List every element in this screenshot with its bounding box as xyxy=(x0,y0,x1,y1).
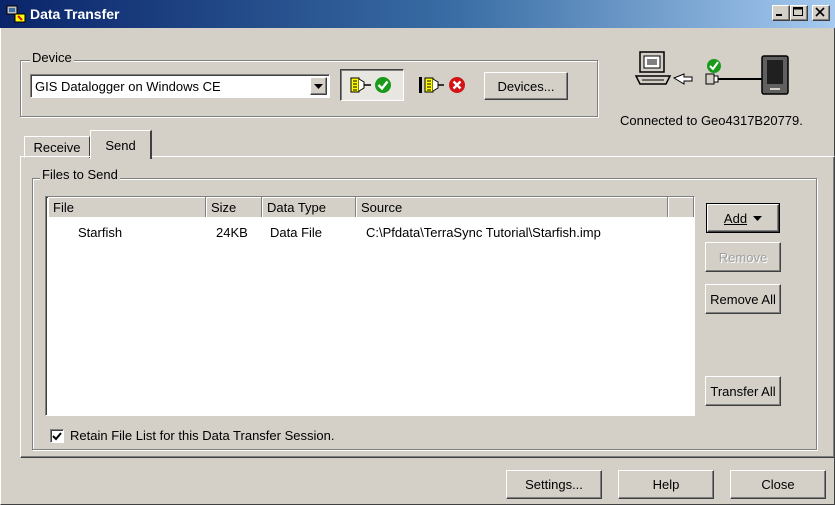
files-to-send-label: Files to Send xyxy=(40,167,120,182)
data-transfer-app-icon xyxy=(6,5,26,23)
retain-file-list-label: Retain File List for this Data Transfer … xyxy=(70,428,335,443)
minimize-button[interactable] xyxy=(772,5,790,21)
retain-file-list-checkbox[interactable] xyxy=(50,428,64,443)
column-header-size[interactable]: Size xyxy=(206,197,262,217)
row-source: C:\Pfdata\TerraSync Tutorial\Starfish.im… xyxy=(366,225,601,240)
disconnect-plug-x-icon xyxy=(419,77,465,93)
close-icon xyxy=(815,7,825,17)
settings-button[interactable]: Settings... xyxy=(506,470,602,499)
minimize-icon xyxy=(776,14,782,16)
tab-receive-label: Receive xyxy=(33,140,81,155)
window-title: Data Transfer xyxy=(30,6,120,22)
row-size: 24KB xyxy=(216,225,248,240)
chevron-down-icon xyxy=(314,83,323,89)
table-row[interactable]: Starfish 24KB Data File C:\Pfdata\TerraS… xyxy=(48,225,688,243)
disconnect-button[interactable] xyxy=(408,69,478,101)
add-button-label: Add xyxy=(723,210,748,226)
column-header-spacer xyxy=(668,197,694,217)
connect-plug-check-icon xyxy=(350,77,391,93)
connect-button[interactable] xyxy=(340,69,404,101)
devices-button[interactable]: Devices... xyxy=(484,72,568,100)
remove-button[interactable]: Remove xyxy=(705,242,781,272)
maximize-icon xyxy=(793,7,803,16)
device-select-value: GIS Datalogger on Windows CE xyxy=(35,78,221,94)
close-button[interactable]: Close xyxy=(730,470,826,499)
remove-all-button[interactable]: Remove All xyxy=(705,284,781,314)
column-header-data-type-label: Data Type xyxy=(267,199,327,215)
connection-diagram xyxy=(634,50,802,110)
connection-status: Connected to Geo4317B20779. xyxy=(620,113,803,128)
column-header-file-label: File xyxy=(53,199,74,215)
close-window-button[interactable] xyxy=(812,5,830,21)
checkmark-icon xyxy=(52,431,62,440)
device-select[interactable]: GIS Datalogger on Windows CE xyxy=(30,74,330,98)
maximize-button[interactable] xyxy=(790,5,808,21)
dropdown-arrow-icon xyxy=(753,215,763,221)
retain-file-list-option[interactable]: Retain File List for this Data Transfer … xyxy=(50,428,334,443)
add-button[interactable]: Add xyxy=(706,203,780,233)
pc-to-device-connected-icon xyxy=(634,51,789,95)
help-button[interactable]: Help xyxy=(618,470,714,499)
column-header-source[interactable]: Source xyxy=(356,197,668,217)
column-header-source-label: Source xyxy=(361,199,403,215)
row-file: Starfish xyxy=(78,225,123,240)
column-header-file[interactable]: File xyxy=(48,197,206,217)
device-dropdown-button[interactable] xyxy=(310,77,327,95)
tab-send[interactable]: Send xyxy=(90,130,152,159)
files-list[interactable]: File Size Data Type Source Starfish 24KB… xyxy=(45,196,695,416)
tab-send-label: Send xyxy=(105,137,136,153)
transfer-all-button[interactable]: Transfer All xyxy=(705,376,781,406)
title-bar[interactable]: Data Transfer xyxy=(0,0,835,28)
tab-receive[interactable]: Receive xyxy=(24,136,90,158)
device-group-label: Device xyxy=(30,50,74,65)
column-header-size-label: Size xyxy=(211,199,237,215)
row-data-type: Data File xyxy=(270,225,323,240)
column-header-data-type[interactable]: Data Type xyxy=(262,197,356,217)
